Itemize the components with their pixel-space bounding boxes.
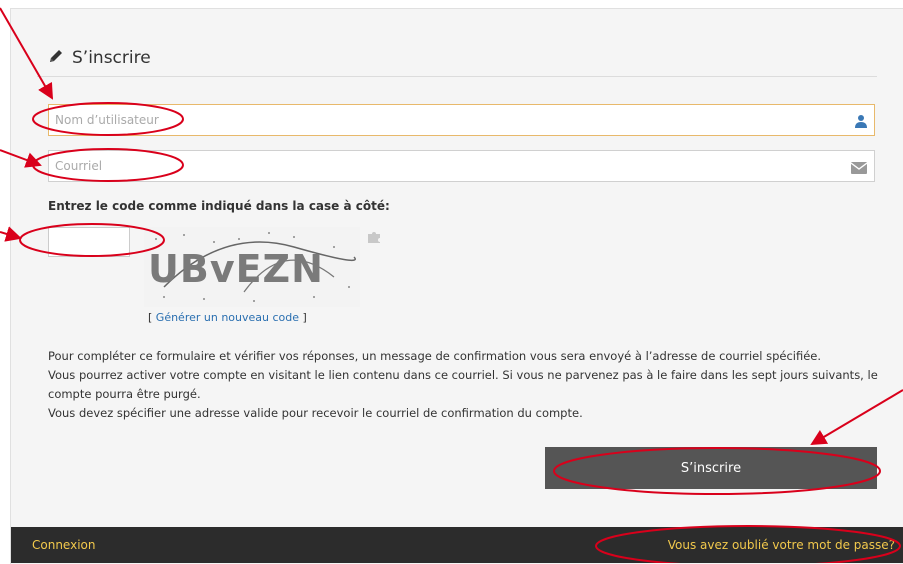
envelope-icon [850, 159, 868, 178]
login-link[interactable]: Connexion [32, 538, 96, 552]
form-title: S’inscrire [72, 48, 151, 68]
instructions-line: Vous pourrez activer votre compte en vis… [48, 368, 878, 401]
username-field[interactable] [48, 104, 875, 136]
captcha-text: UBvEZN [148, 247, 324, 291]
puzzle-icon[interactable] [366, 229, 382, 249]
email-input[interactable] [49, 151, 841, 181]
instructions-line: Pour compléter ce formulaire et vérifier… [48, 349, 822, 363]
captcha-label: Entrez le code comme indiqué dans la cas… [48, 199, 390, 213]
form-header: S’inscrire [48, 48, 151, 68]
footer-bar: Connexion Vous avez oublié votre mot de … [11, 527, 903, 563]
divider [37, 76, 877, 77]
username-input[interactable] [49, 105, 841, 135]
captcha-image: UBvEZN [144, 227, 360, 307]
user-icon [855, 113, 867, 132]
instructions-line: Vous devez spécifier une adresse valide … [48, 406, 583, 420]
bracket-open: [ [148, 311, 156, 324]
register-button[interactable]: S’inscrire [545, 447, 877, 489]
regenerate-code-link[interactable]: Générer un nouveau code [156, 311, 299, 324]
captcha-input[interactable] [48, 227, 130, 257]
instructions: Pour compléter ce formulaire et vérifier… [48, 347, 878, 423]
email-field[interactable] [48, 150, 875, 182]
bracket-close: ] [299, 311, 307, 324]
pencil-icon [48, 48, 64, 68]
forgot-password-link[interactable]: Vous avez oublié votre mot de passe? [668, 538, 895, 552]
regenerate-code: [ Générer un nouveau code ] [148, 311, 307, 324]
